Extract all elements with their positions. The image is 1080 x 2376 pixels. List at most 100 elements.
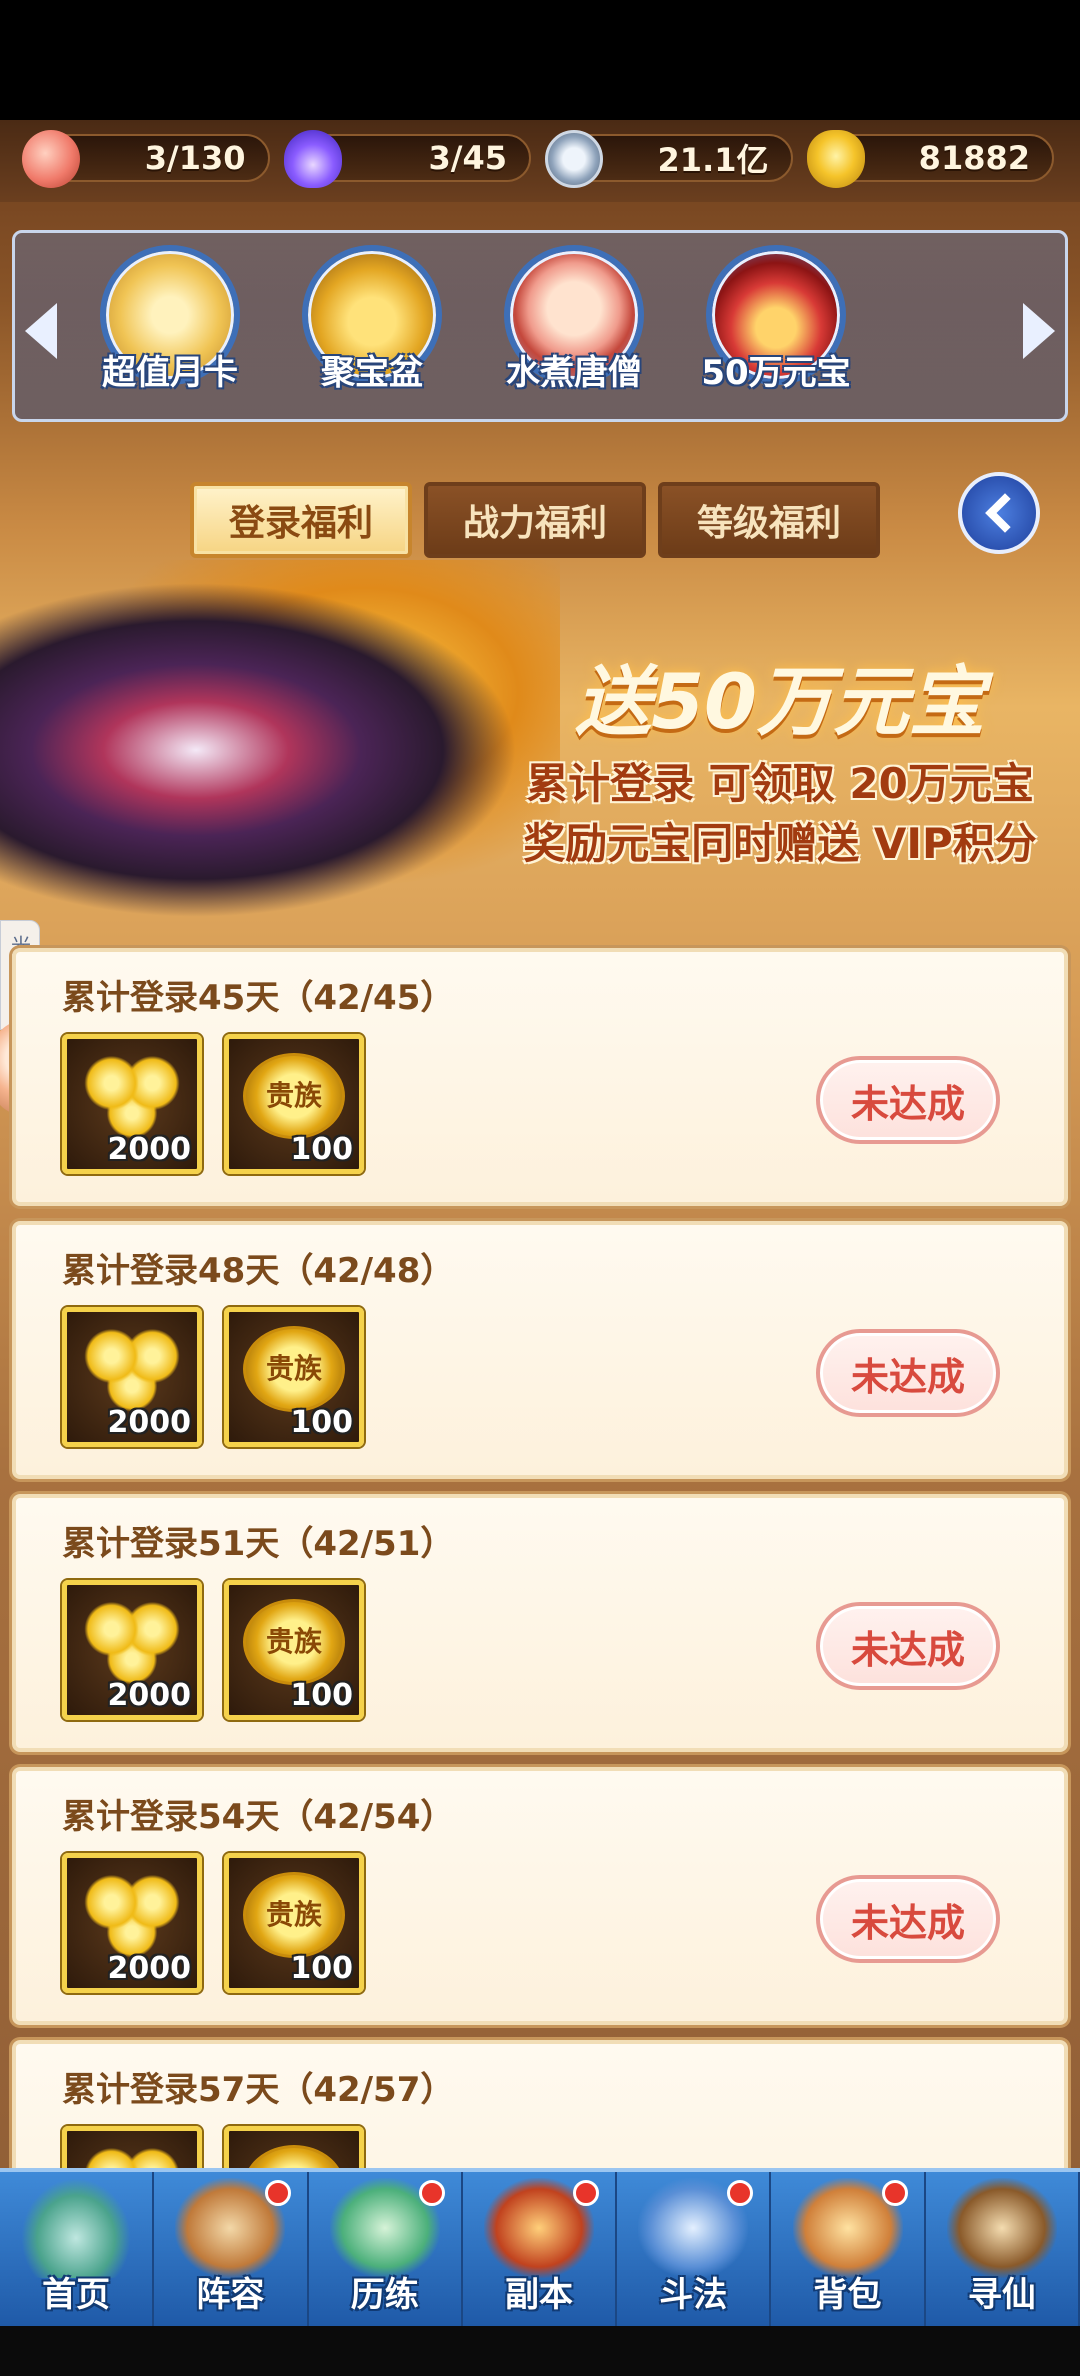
claim-status-button[interactable]: 未达成 — [816, 1875, 1000, 1963]
notification-badge — [881, 2180, 908, 2206]
bottom-nav: 首页 阵容 历练 副本 斗法 背包 寻仙 — [0, 2168, 1080, 2326]
reward-list: 累计登录45天（42/45） 2000 贵族 100 未达成 累计登录48天（4… — [12, 948, 1068, 2313]
noble-badge-icon: 贵族 — [243, 1326, 345, 1412]
reward-qty: 2000 — [107, 1951, 192, 1986]
nav-label: 阵容 — [196, 2275, 265, 2315]
reward-row: 累计登录54天（42/54） 2000 贵族 100 未达成 — [12, 1767, 1068, 2025]
resource-bar: 3/130 3/45 21.1亿 81882 — [0, 120, 1080, 202]
event-monk[interactable]: 水煮唐僧 — [499, 245, 649, 393]
event-label: 50万元宝 — [701, 353, 851, 393]
carousel-left-arrow-icon[interactable] — [25, 303, 57, 359]
reward-title: 累计登录45天（42/45） — [62, 978, 455, 1018]
claim-status-button[interactable]: 未达成 — [816, 1056, 1000, 1144]
noble-badge-icon: 贵族 — [243, 1599, 345, 1685]
hero-character-art — [0, 560, 560, 940]
gold-ingot-icon — [81, 1872, 183, 1958]
nav-label: 背包 — [813, 2275, 882, 2315]
reward-item-gold[interactable]: 2000 — [62, 1034, 202, 1174]
gold-ingot-icon — [81, 1053, 183, 1139]
noble-badge-icon: 贵族 — [243, 1872, 345, 1958]
nav-dungeon[interactable]: 副本 — [463, 2172, 618, 2326]
coin-icon — [545, 130, 603, 188]
resource-coin[interactable]: 21.1亿 — [545, 130, 793, 188]
resource-value: 21.1亿 — [657, 141, 769, 179]
reward-item-noble[interactable]: 贵族 100 — [224, 1034, 364, 1174]
event-treasure-bowl[interactable]: 聚宝盆 — [297, 245, 447, 393]
nav-label: 斗法 — [659, 2275, 728, 2315]
welfare-tabs: 登录福利 战力福利 等级福利 — [190, 482, 880, 558]
gold-ingot-icon — [81, 1326, 183, 1412]
reward-item-noble[interactable]: 贵族 100 — [224, 1580, 364, 1720]
reward-item-noble[interactable]: 贵族 100 — [224, 1853, 364, 1993]
reward-qty: 100 — [290, 1405, 353, 1440]
nav-lineup[interactable]: 阵容 — [154, 2172, 309, 2326]
noble-badge-text: 贵族 — [265, 1079, 322, 1112]
reward-qty: 2000 — [107, 1678, 192, 1713]
tab-login-welfare[interactable]: 登录福利 — [190, 482, 412, 558]
tab-level-welfare[interactable]: 等级福利 — [658, 482, 880, 558]
back-button[interactable] — [958, 472, 1040, 554]
gold-ingot-icon — [806, 130, 865, 188]
claim-status-button[interactable]: 未达成 — [816, 1329, 1000, 1417]
resource-value: 3/130 — [144, 139, 246, 177]
promo-banner: 送50万元宝 累计登录 可领取 20万元宝 奖励元宝同时赠送 VIP积分 — [0, 560, 1080, 940]
nav-label: 寻仙 — [967, 2275, 1036, 2315]
resource-ingot[interactable]: 81882 — [806, 130, 1054, 188]
status-bar — [0, 0, 1080, 120]
reward-qty: 2000 — [107, 1132, 192, 1167]
event-treasure-chest[interactable]: 50万元宝 — [701, 245, 851, 393]
event-carousel: 超值月卡 聚宝盆 水煮唐僧 50万元宝 — [12, 230, 1068, 422]
claim-status-button[interactable]: 未达成 — [816, 1602, 1000, 1690]
reward-qty: 100 — [290, 1132, 353, 1167]
nav-label: 首页 — [42, 2275, 111, 2315]
reward-title: 累计登录48天（42/48） — [62, 1251, 455, 1291]
event-label: 水煮唐僧 — [506, 353, 642, 393]
peach-icon — [22, 130, 80, 188]
noble-badge-text: 贵族 — [265, 1352, 322, 1385]
event-label: 聚宝盆 — [321, 353, 423, 393]
nav-seek-immortal[interactable]: 寻仙 — [926, 2172, 1080, 2326]
carousel-right-arrow-icon[interactable] — [1023, 303, 1055, 359]
event-label: 超值月卡 — [102, 353, 238, 393]
resource-flame[interactable]: 3/45 — [283, 130, 531, 188]
nav-duel[interactable]: 斗法 — [617, 2172, 772, 2326]
reward-item-gold[interactable]: 2000 — [62, 1307, 202, 1447]
reward-row: 累计登录51天（42/51） 2000 贵族 100 未达成 — [12, 1494, 1068, 1752]
reward-title: 累计登录51天（42/51） — [62, 1524, 455, 1564]
reward-item-noble[interactable]: 贵族 100 — [224, 1307, 364, 1447]
nav-label: 历练 — [350, 2275, 419, 2315]
promo-line-1: 累计登录 可领取 20万元宝 — [526, 759, 1034, 808]
resource-value: 81882 — [918, 139, 1030, 177]
reward-item-gold[interactable]: 2000 — [62, 1853, 202, 1993]
reward-item-gold[interactable]: 2000 — [62, 1580, 202, 1720]
welfare-screen: 3/130 3/45 21.1亿 81882 超值月卡 聚宝盆 水煮唐僧 50万… — [0, 120, 1080, 2376]
notification-badge — [418, 2180, 445, 2206]
resource-value: 3/45 — [428, 139, 507, 177]
promo-line-2: 奖励元宝同时赠送 VIP积分 — [523, 819, 1037, 868]
flame-icon — [283, 130, 342, 188]
nav-label: 副本 — [504, 2275, 573, 2315]
system-nav-bar — [0, 2326, 1080, 2376]
notification-badge — [573, 2180, 600, 2206]
scroll-icon — [946, 2178, 1057, 2278]
reward-qty: 2000 — [107, 1405, 192, 1440]
reward-qty: 100 — [290, 1951, 353, 1986]
noble-badge-icon: 贵族 — [243, 1053, 345, 1139]
reward-title: 累计登录57天（42/57） — [62, 2070, 455, 2110]
nav-bag[interactable]: 背包 — [771, 2172, 926, 2326]
gold-ingot-icon — [81, 1599, 183, 1685]
reward-title: 累计登录54天（42/54） — [62, 1797, 455, 1837]
nav-training[interactable]: 历练 — [309, 2172, 463, 2326]
event-monthly-card[interactable]: 超值月卡 — [95, 245, 245, 393]
nav-home[interactable]: 首页 — [0, 2172, 155, 2326]
reward-row: 累计登录45天（42/45） 2000 贵族 100 未达成 — [12, 948, 1068, 1206]
back-chevron-icon — [985, 493, 1025, 533]
notification-badge — [727, 2180, 754, 2206]
tab-power-welfare[interactable]: 战力福利 — [424, 482, 646, 558]
reward-qty: 100 — [290, 1678, 353, 1713]
noble-badge-text: 贵族 — [265, 1625, 322, 1658]
resource-peach[interactable]: 3/130 — [22, 130, 270, 188]
promo-headline: 送50万元宝 — [575, 657, 985, 746]
home-icon — [21, 2178, 132, 2278]
noble-badge-text: 贵族 — [265, 1898, 322, 1931]
